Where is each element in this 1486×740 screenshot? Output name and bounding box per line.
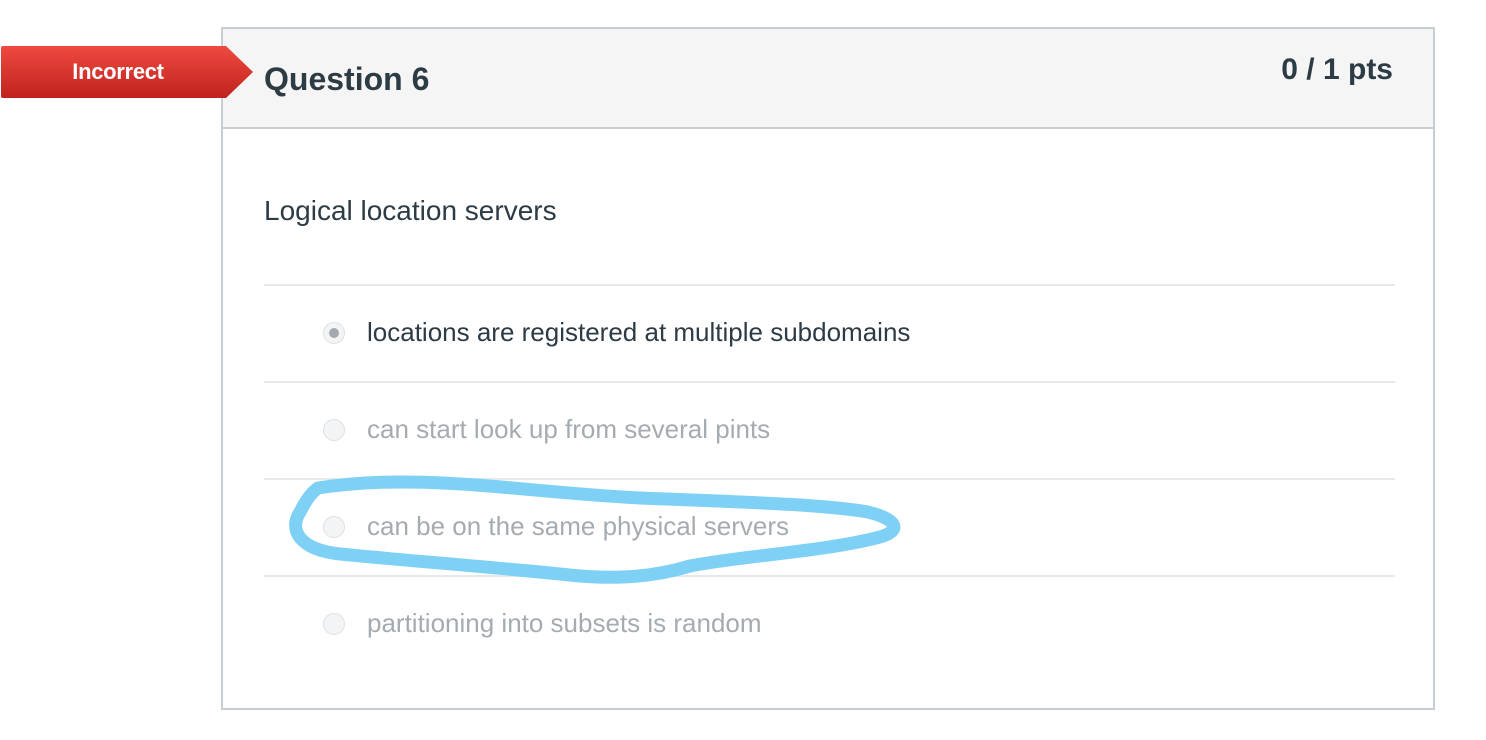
quiz-results-page: Incorrect Question 6 0 / 1 pts Logical l… (0, 0, 1486, 740)
answer-label: can start look up from several pints (367, 414, 771, 444)
question-points: 0 / 1 pts (1281, 53, 1393, 86)
question-title: Question 6 (264, 61, 430, 97)
radio-selected-icon[interactable] (323, 322, 345, 344)
question-text: Logical location servers (264, 195, 557, 226)
radio-unselected-icon[interactable] (323, 419, 345, 441)
answer-option-4[interactable]: partitioning into subsets is random (264, 575, 1395, 672)
answer-label: partitioning into subsets is random (367, 608, 762, 638)
question-header: Question 6 0 / 1 pts (223, 29, 1433, 129)
answer-label: locations are registered at multiple sub… (367, 317, 911, 347)
answer-option-2[interactable]: can start look up from several pints (264, 381, 1395, 478)
incorrect-label: Incorrect (72, 59, 164, 84)
answer-label: can be on the same physical servers (367, 511, 789, 541)
answer-list: locations are registered at multiple sub… (264, 284, 1395, 672)
question-card: Question 6 0 / 1 pts Logical location se… (221, 27, 1435, 710)
incorrect-flag: Incorrect (0, 45, 254, 99)
answer-option-3[interactable]: can be on the same physical servers (264, 478, 1395, 575)
radio-unselected-icon[interactable] (323, 613, 345, 635)
answer-option-1[interactable]: locations are registered at multiple sub… (264, 284, 1395, 381)
radio-unselected-icon[interactable] (323, 516, 345, 538)
